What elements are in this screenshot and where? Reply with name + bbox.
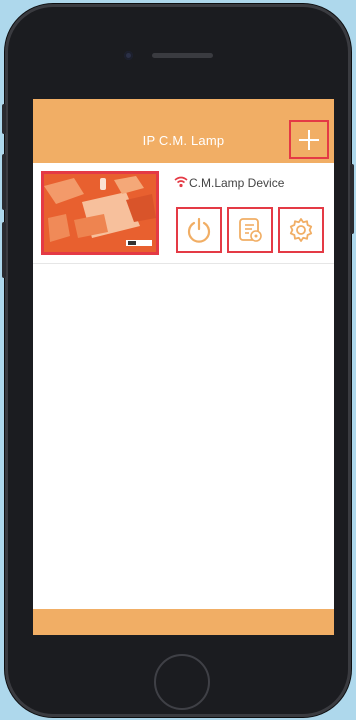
schedule-button[interactable]	[227, 207, 273, 253]
gear-icon	[289, 218, 313, 242]
volume-up-button	[2, 154, 6, 210]
add-device-button[interactable]	[289, 120, 329, 159]
power-button[interactable]	[176, 207, 222, 253]
power-side-button	[350, 164, 354, 234]
bottom-bar	[33, 609, 334, 635]
device-name: C.M.Lamp Device	[189, 176, 285, 190]
home-button[interactable]	[154, 654, 210, 710]
power-icon	[187, 217, 211, 243]
volume-down-button	[2, 222, 6, 278]
wifi-icon	[174, 176, 188, 188]
schedule-list-icon	[239, 218, 262, 242]
mute-switch	[2, 104, 6, 134]
front-camera	[124, 51, 133, 60]
device-camera-thumbnail[interactable]	[41, 171, 159, 255]
settings-button[interactable]	[278, 207, 324, 253]
top-navbar: IP C.M. Lamp	[33, 99, 334, 163]
device-list-item[interactable]: C.M.Lamp Device	[33, 163, 334, 264]
earpiece-speaker	[152, 53, 213, 58]
app-screen: IP C.M. Lamp C.M.Lamp Device	[33, 99, 334, 635]
